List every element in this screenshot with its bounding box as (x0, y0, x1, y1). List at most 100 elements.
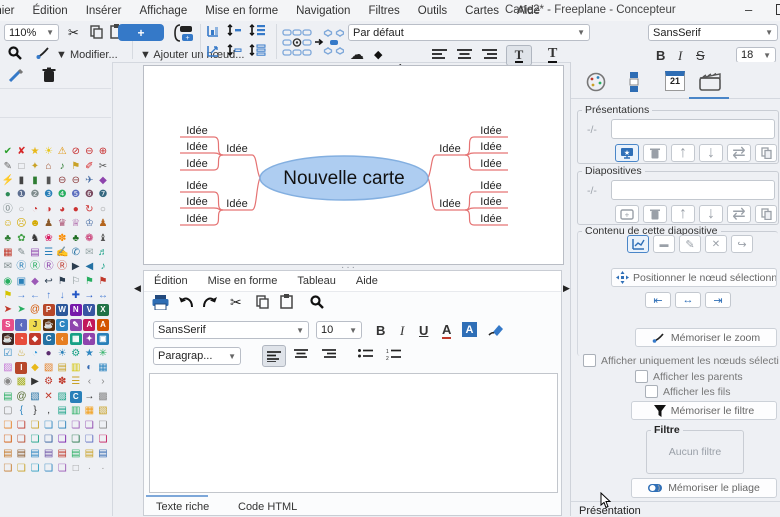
palette-icon[interactable]: ▶ (69, 260, 83, 274)
palette-icon[interactable]: ⚑ (83, 275, 97, 289)
palette-icon[interactable]: I (15, 361, 29, 375)
palette-icon[interactable]: ● (42, 346, 56, 360)
palette-icon[interactable]: ▤ (1, 390, 15, 404)
palette-icon[interactable]: ♕ (69, 217, 83, 231)
note-font-size-select[interactable]: 10▼ (316, 321, 362, 339)
note-paragraph-select[interactable]: Paragrap...▼ (153, 347, 241, 365)
palette-icon[interactable]: ⊖ (83, 145, 97, 159)
menu-edition[interactable]: Édition (24, 5, 77, 17)
menu-outils[interactable]: Outils (409, 5, 456, 17)
palette-icon[interactable]: ○ (15, 203, 29, 217)
map-node[interactable]: Idée (439, 143, 460, 155)
palette-icon[interactable]: ▧ (42, 361, 56, 375)
palette-icon[interactable]: ✽ (55, 375, 69, 389)
move-slide-down-button[interactable]: ↓ (699, 205, 723, 223)
presentation-select[interactable] (611, 119, 775, 139)
palette-icon[interactable]: ⚠ (55, 145, 69, 159)
palette-icon[interactable]: ▤ (1, 447, 15, 461)
font-size-select[interactable]: 18▼ (736, 47, 776, 63)
palette-icon[interactable]: → (15, 289, 29, 303)
bold-button[interactable]: B (656, 48, 665, 63)
palette-icon[interactable]: ↻ (83, 203, 97, 217)
pencil-swoosh-icon[interactable] (36, 46, 51, 59)
palette-icon[interactable]: ✈ (83, 174, 97, 188)
position-node-button[interactable]: Positionner le nœud sélectionné (611, 268, 777, 287)
palette-icon[interactable]: ❏ (69, 418, 83, 432)
palette-icon[interactable]: ❼ (96, 188, 110, 202)
note-align-center-button[interactable] (294, 349, 308, 360)
map-node[interactable]: Idée (186, 141, 207, 153)
undo-icon[interactable] (178, 296, 194, 309)
map-node[interactable]: Idée (226, 198, 247, 210)
palette-icon[interactable]: ▦ (69, 332, 83, 346)
palette-icon[interactable]: ♨ (15, 346, 29, 360)
map-node[interactable]: Idée (186, 158, 207, 170)
palette-icon[interactable]: ⊖ (55, 174, 69, 188)
tab-code-html[interactable]: Code HTML (238, 501, 297, 513)
palette-icon[interactable]: ❏ (83, 433, 97, 447)
palette-icon[interactable]: → (83, 390, 97, 404)
palette-icon[interactable]: ◔ (28, 346, 42, 360)
palette-icon[interactable]: ✕ (42, 390, 56, 404)
palette-icon[interactable]: · (96, 462, 110, 476)
map-node[interactable]: Idée (186, 125, 207, 137)
strikethrough-button[interactable]: S (696, 48, 705, 63)
align-left-icon[interactable] (432, 49, 447, 60)
note-bold-button[interactable]: B (376, 323, 385, 338)
note-highlight-button[interactable]: A (462, 322, 477, 337)
palette-icon[interactable]: ☹ (15, 217, 29, 231)
new-slide-button[interactable]: + (615, 205, 639, 223)
palette-icon[interactable]: ⓪ (1, 203, 15, 217)
palette-icon[interactable]: ❏ (69, 433, 83, 447)
palette-icon[interactable]: ❺ (69, 188, 83, 202)
palette-icon[interactable]: ➤ (1, 303, 15, 317)
menu-fichier[interactable]: Fichier (0, 5, 24, 17)
palette-icon[interactable]: @ (15, 390, 29, 404)
palette-icon[interactable]: ❏ (96, 418, 110, 432)
collapse-left-icon[interactable]: ◀ (134, 283, 141, 294)
palette-icon[interactable]: ☰ (69, 375, 83, 389)
palette-icon[interactable]: ☀ (42, 145, 56, 159)
map-canvas[interactable]: Nouvelle carte Idée Idée Idée Idée Idée … (143, 65, 564, 265)
map-node[interactable]: Idée (480, 213, 501, 225)
palette-icon[interactable]: ▤ (55, 361, 69, 375)
palette-icon[interactable]: ← (28, 289, 42, 303)
palette-icon[interactable]: J (28, 318, 42, 332)
nodetext-format-button-active[interactable]: T (506, 45, 532, 66)
palette-icon[interactable]: ✎ (15, 246, 29, 260)
palette-icon[interactable]: ▶ (28, 375, 42, 389)
note-search-icon[interactable] (310, 295, 324, 309)
fit-right-button[interactable]: ⇥ (705, 292, 731, 308)
memorize-filter-button[interactable]: Mémoriser le filtre (631, 401, 777, 420)
palette-icon[interactable]: ♣ (1, 231, 15, 245)
palette-icon[interactable]: ◆ (28, 275, 42, 289)
tab-texte-riche[interactable]: Texte riche (156, 501, 209, 513)
palette-icon[interactable]: ☑ (1, 346, 15, 360)
palette-icon[interactable]: ▤ (42, 447, 56, 461)
palette-icon[interactable]: ▤ (83, 447, 97, 461)
map-node[interactable]: Idée (186, 196, 207, 208)
note-align-right-button[interactable] (322, 349, 336, 360)
map-node[interactable]: Idée (480, 180, 501, 192)
print-icon[interactable] (152, 295, 169, 310)
nodetext-format-button[interactable]: T (548, 47, 557, 63)
map-node[interactable]: Idée (226, 143, 247, 155)
palette-icon[interactable]: ▤ (96, 447, 110, 461)
search-icon[interactable] (8, 46, 22, 60)
palette-icon[interactable]: ○ (96, 203, 110, 217)
palette-icon[interactable]: ☕ (42, 318, 56, 332)
map-node[interactable]: Idée (480, 196, 501, 208)
palette-icon[interactable]: ⊖ (69, 174, 83, 188)
move-slide-up-button[interactable]: ↑ (671, 205, 695, 223)
palette-icon[interactable]: ★ (83, 346, 97, 360)
palette-icon[interactable]: □ (69, 462, 83, 476)
numbered-list-icon[interactable]: 12 (386, 349, 401, 360)
palette-icon[interactable]: ● (1, 188, 15, 202)
copy-slide-button[interactable] (755, 205, 777, 223)
palette-icon[interactable]: { (15, 404, 29, 418)
swap-slide-button[interactable]: ⇄ (727, 205, 751, 223)
palette-icon[interactable]: Ⓡ (15, 260, 29, 274)
palette-icon[interactable]: ❸ (42, 188, 56, 202)
palette-icon[interactable]: □ (15, 159, 29, 173)
cut-icon[interactable]: ✂ (68, 26, 79, 39)
